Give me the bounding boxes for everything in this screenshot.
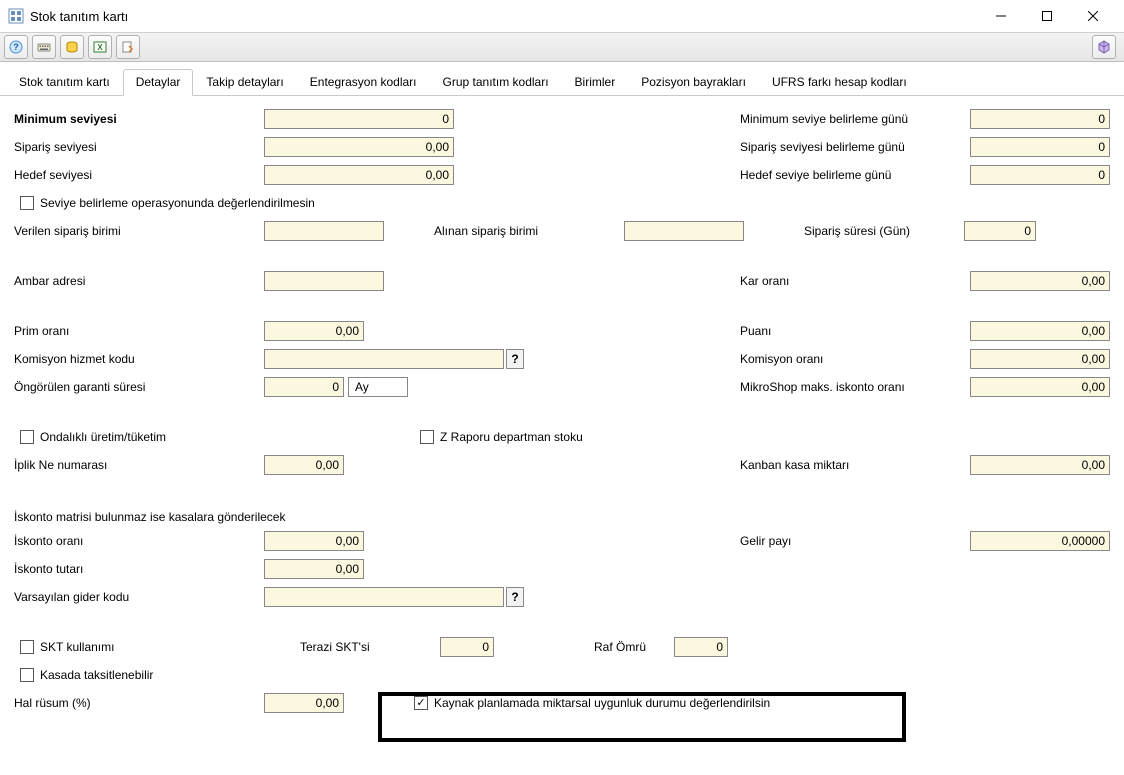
tab-content-detaylar: Minimum seviyesi 0 Minimum seviye belirl…	[0, 96, 1124, 728]
tab-pozisyon-bayraklari[interactable]: Pozisyon bayrakları	[628, 69, 759, 96]
label-siparis-suresi: Sipariş süresi (Gün)	[804, 224, 964, 238]
svg-text:X: X	[97, 43, 103, 52]
label-hal-rusum: Hal rüsum (%)	[14, 696, 264, 710]
input-ambar-adresi[interactable]	[264, 271, 384, 291]
input-ongorulen-garanti[interactable]: 0	[264, 377, 344, 397]
input-hal-rusum[interactable]: 0,00	[264, 693, 344, 713]
titlebar: Stok tanıtım kartı	[0, 0, 1124, 32]
input-iskonto-tutari[interactable]: 0,00	[264, 559, 364, 579]
tab-detaylar[interactable]: Detaylar	[123, 69, 194, 96]
label-varsayilan-gider: Varsayılan gider kodu	[14, 590, 264, 604]
input-hedef-seviye-gunu[interactable]: 0	[970, 165, 1110, 185]
input-siparis-suresi[interactable]: 0	[964, 221, 1036, 241]
input-raf-omru[interactable]: 0	[674, 637, 728, 657]
label-hedef-seviyesi: Hedef seviyesi	[14, 168, 264, 182]
checkbox-box	[420, 430, 434, 444]
checkbox-label: SKT kullanımı	[40, 640, 114, 654]
database-icon[interactable]	[60, 35, 84, 59]
label-ongorulen-garanti: Öngörülen garanti süresi	[14, 380, 264, 394]
input-varsayilan-gider[interactable]	[264, 587, 504, 607]
label-puani: Puanı	[740, 324, 970, 338]
section-iskonto-matrisi: İskonto matrisi bulunmaz ise kasalara gö…	[14, 510, 1110, 524]
toolbar: ? X	[0, 32, 1124, 62]
label-gelir-payi: Gelir payı	[740, 534, 970, 548]
label-siparis-seviyesi: Sipariş seviyesi	[14, 140, 264, 154]
input-terazi-skt[interactable]: 0	[440, 637, 494, 657]
input-kanban-kasa[interactable]: 0,00	[970, 455, 1110, 475]
checkbox-seviye-belirleme-op[interactable]: Seviye belirleme operasyonunda değerlend…	[20, 196, 315, 210]
svg-text:?: ?	[13, 42, 19, 52]
checkbox-z-raporu[interactable]: Z Raporu departman stoku	[420, 430, 583, 444]
label-raf-omru: Raf Ömrü	[594, 640, 674, 654]
close-button[interactable]	[1070, 0, 1116, 32]
input-komisyon-orani[interactable]: 0,00	[970, 349, 1110, 369]
input-prim-orani[interactable]: 0,00	[264, 321, 364, 341]
checkbox-label: Kasada taksitlenebilir	[40, 668, 153, 682]
tab-stok-tanitim-karti[interactable]: Stok tanıtım kartı	[6, 69, 123, 96]
lookup-komisyon-hizmet-kodu[interactable]: ?	[506, 349, 524, 369]
label-hedef-seviye-gunu: Hedef seviye belirleme günü	[740, 168, 970, 182]
input-verilen-siparis-birimi[interactable]	[264, 221, 384, 241]
checkbox-kaynak-planlama[interactable]: Kaynak planlamada miktarsal uygunluk dur…	[414, 696, 770, 710]
maximize-button[interactable]	[1024, 0, 1070, 32]
tab-birimler[interactable]: Birimler	[562, 69, 629, 96]
label-prim-orani: Prim oranı	[14, 324, 264, 338]
label-iskonto-tutari: İskonto tutarı	[14, 562, 264, 576]
label-terazi-skt: Terazi SKT'si	[300, 640, 440, 654]
label-verilen-siparis-birimi: Verilen sipariş birimi	[14, 224, 264, 238]
input-siparis-seviye-gunu[interactable]: 0	[970, 137, 1110, 157]
input-hedef-seviyesi[interactable]: 0,00	[264, 165, 454, 185]
checkbox-ondalikli-uretim[interactable]: Ondalıklı üretim/tüketim	[20, 430, 420, 444]
unit-ay[interactable]: Ay	[348, 377, 408, 397]
checkbox-box	[20, 430, 34, 444]
cube-icon[interactable]	[1092, 35, 1116, 59]
label-alinan-siparis-birimi: Alınan sipariş birimi	[434, 224, 624, 238]
checkbox-label: Z Raporu departman stoku	[440, 430, 583, 444]
label-minimum-seviyesi: Minimum seviyesi	[14, 112, 264, 126]
keyboard-icon[interactable]	[32, 35, 56, 59]
input-min-seviye-gunu[interactable]: 0	[970, 109, 1110, 129]
input-alinan-siparis-birimi[interactable]	[624, 221, 744, 241]
label-kar-orani: Kar oranı	[740, 274, 970, 288]
label-mikroshop-iskonto: MikroShop maks. iskonto oranı	[740, 380, 970, 394]
export-icon[interactable]	[116, 35, 140, 59]
label-komisyon-orani: Komisyon oranı	[740, 352, 970, 366]
label-iskonto-orani: İskonto oranı	[14, 534, 264, 548]
input-komisyon-hizmet-kodu[interactable]	[264, 349, 504, 369]
excel-icon[interactable]: X	[88, 35, 112, 59]
tab-entegrasyon-kodlari[interactable]: Entegrasyon kodları	[297, 69, 430, 96]
input-siparis-seviyesi[interactable]: 0,00	[264, 137, 454, 157]
checkbox-label: Seviye belirleme operasyonunda değerlend…	[40, 196, 315, 210]
label-siparis-seviye-gunu: Sipariş seviyesi belirleme günü	[740, 140, 970, 154]
minimize-button[interactable]	[978, 0, 1024, 32]
input-kar-orani[interactable]: 0,00	[970, 271, 1110, 291]
input-gelir-payi[interactable]: 0,00000	[970, 531, 1110, 551]
window-title: Stok tanıtım kartı	[30, 9, 128, 24]
checkbox-box	[20, 668, 34, 682]
checkbox-label: Kaynak planlamada miktarsal uygunluk dur…	[434, 696, 770, 710]
label-ambar-adresi: Ambar adresi	[14, 274, 264, 288]
input-puani[interactable]: 0,00	[970, 321, 1110, 341]
checkbox-label: Ondalıklı üretim/tüketim	[40, 430, 166, 444]
input-minimum-seviyesi[interactable]: 0	[264, 109, 454, 129]
tab-ufrs-farki[interactable]: UFRS farkı hesap kodları	[759, 69, 920, 96]
app-icon	[8, 8, 24, 24]
tab-grup-tanitim-kodlari[interactable]: Grup tanıtım kodları	[430, 69, 562, 96]
checkbox-box	[20, 640, 34, 654]
checkbox-box	[20, 196, 34, 210]
label-komisyon-hizmet-kodu: Komisyon hizmet kodu	[14, 352, 264, 366]
checkbox-box	[414, 696, 428, 710]
input-mikroshop-iskonto[interactable]: 0,00	[970, 377, 1110, 397]
label-kanban-kasa: Kanban kasa miktarı	[740, 458, 970, 472]
input-iplik-ne[interactable]: 0,00	[264, 455, 344, 475]
lookup-varsayilan-gider[interactable]: ?	[506, 587, 524, 607]
checkbox-skt-kullanimi[interactable]: SKT kullanımı	[20, 640, 300, 654]
label-iplik-ne: İplik Ne numarası	[14, 458, 264, 472]
help-icon[interactable]: ?	[4, 35, 28, 59]
tab-takip-detaylari[interactable]: Takip detayları	[193, 69, 296, 96]
checkbox-kasada-taksit[interactable]: Kasada taksitlenebilir	[20, 668, 153, 682]
label-min-seviye-gunu: Minimum seviye belirleme günü	[740, 112, 970, 126]
input-iskonto-orani[interactable]: 0,00	[264, 531, 364, 551]
tabbar: Stok tanıtım kartı Detaylar Takip detayl…	[0, 62, 1124, 96]
